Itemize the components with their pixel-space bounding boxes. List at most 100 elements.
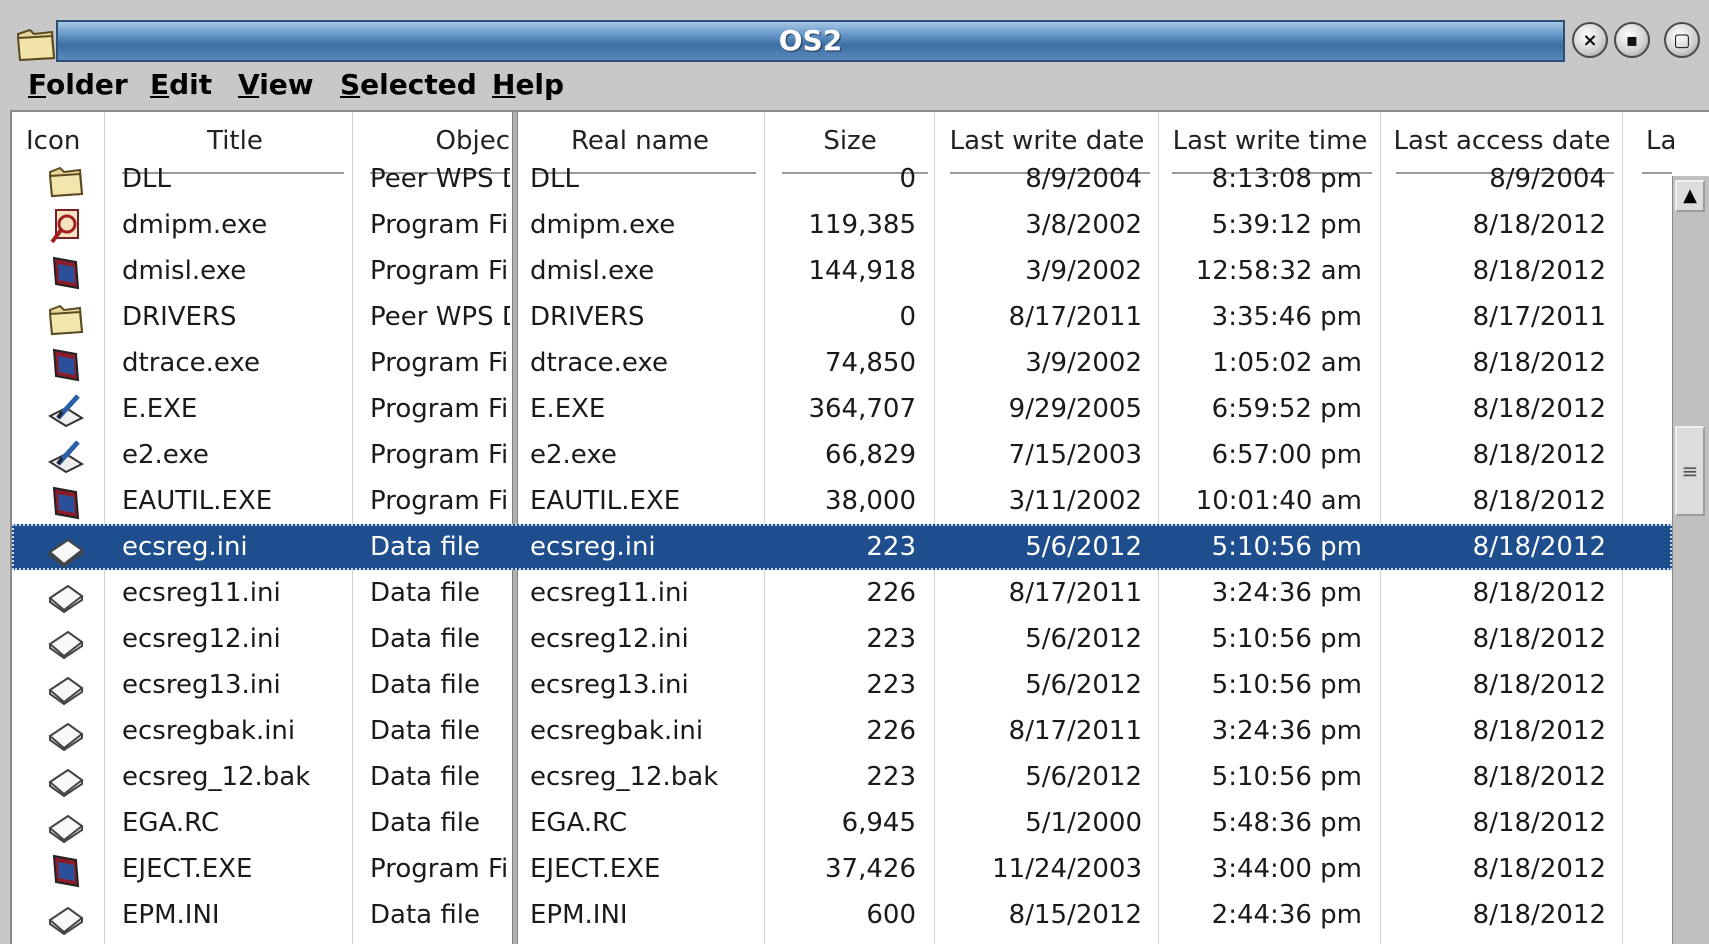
menu-bar: Folder Edit View Selected Help <box>0 62 1709 108</box>
table-row[interactable]: dmipm.exe Program File dmipm.exe 119,385 3/8… <box>12 202 1672 248</box>
menu-help[interactable]: Help <box>492 68 564 101</box>
table-row[interactable]: DLL Peer WPS Di DLL 0 8/9/2004 8:13:08 pm 8/9/… <box>12 156 1672 202</box>
cell-object: Data file <box>370 532 480 562</box>
menu-edit[interactable]: Edit <box>150 68 212 101</box>
cell-title: ecsreg_12.bak <box>122 762 311 792</box>
data-file-icon[interactable] <box>46 758 86 798</box>
table-row[interactable]: E.EXE Program File E.EXE 364,707 9/29/2005 6:… <box>12 386 1672 432</box>
vertical-scrollbar[interactable]: ▲ ≡ <box>1672 176 1709 944</box>
cell-last-write-time: 3:44:00 pm <box>1211 854 1362 884</box>
cell-real-name: EGA.RC <box>530 808 628 838</box>
details-view[interactable]: Icon Title Objec Real name Size Last wri… <box>10 110 1709 944</box>
scroll-up-button[interactable]: ▲ <box>1675 180 1705 212</box>
cell-last-write-date: 3/9/2002 <box>1025 348 1142 378</box>
cell-last-write-date: 8/17/2011 <box>1008 578 1142 608</box>
cell-last-write-time: 6:57:00 pm <box>1211 440 1362 470</box>
cell-object: Peer WPS Di <box>370 302 510 332</box>
cell-last-write-date: 5/6/2012 <box>1025 532 1142 562</box>
table-row[interactable]: ecsreg11.ini Data file ecsreg11.ini 226 8/17… <box>12 570 1672 616</box>
data-file-icon[interactable] <box>46 574 86 614</box>
table-row-selected[interactable]: ecsreg.ini Data file ecsreg.ini 223 5/6/2012… <box>12 524 1672 570</box>
table-row[interactable]: ecsreg12.ini Data file ecsreg12.ini 223 5/6/… <box>12 616 1672 662</box>
data-file-icon[interactable] <box>46 712 86 752</box>
table-row[interactable]: DRIVERS Peer WPS Di DRIVERS 0 8/17/2011 3:35:… <box>12 294 1672 340</box>
menu-selected[interactable]: Selected <box>340 68 477 101</box>
data-file-icon[interactable] <box>46 620 86 660</box>
cell-object: Program File <box>370 348 510 378</box>
cell-size: 226 <box>866 578 916 608</box>
table-row[interactable]: EPM.INI Data file EPM.INI 600 8/15/2012 2:44:… <box>12 892 1672 938</box>
cell-object: Program File <box>370 440 510 470</box>
editor-pen-icon[interactable] <box>46 436 86 476</box>
data-file-icon[interactable] <box>46 528 86 568</box>
cell-size: 223 <box>866 624 916 654</box>
data-file-icon[interactable] <box>46 666 86 706</box>
cell-title: ecsreg13.ini <box>122 670 281 700</box>
cell-size: 0 <box>899 302 916 332</box>
table-row[interactable]: EAUTIL.EXE Program File EAUTIL.EXE 38,000 3/… <box>12 478 1672 524</box>
table-row[interactable]: EGA.RC Data file EGA.RC 6,945 5/1/2000 5:48:3… <box>12 800 1672 846</box>
minimize-button[interactable]: ▪ <box>1614 22 1650 58</box>
cell-last-access-date: 8/18/2012 <box>1472 394 1606 424</box>
cell-last-access-date: 8/18/2012 <box>1472 762 1606 792</box>
program-window-icon[interactable] <box>46 482 86 522</box>
cell-title: e2.exe <box>122 440 209 470</box>
cell-size: 600 <box>866 900 916 930</box>
cell-last-access-date: 8/18/2012 <box>1472 670 1606 700</box>
cell-title: DRIVERS <box>122 302 237 332</box>
table-row[interactable]: ecsreg_12.bak Data file ecsreg_12.bak 223 5/… <box>12 754 1672 800</box>
cell-real-name: ecsregbak.ini <box>530 716 704 746</box>
cell-real-name: ecsreg12.ini <box>530 624 689 654</box>
data-file-icon[interactable] <box>46 804 86 844</box>
cell-title: ecsreg.ini <box>122 532 248 562</box>
cell-last-write-time: 5:10:56 pm <box>1211 762 1362 792</box>
cell-real-name: dmisl.exe <box>530 256 655 286</box>
cell-real-name: dtrace.exe <box>530 348 668 378</box>
cell-last-access-date: 8/18/2012 <box>1472 532 1606 562</box>
folder-icon[interactable] <box>46 298 86 338</box>
cell-object: Data file <box>370 900 480 930</box>
cell-real-name: EPM.INI <box>530 900 628 930</box>
cell-title: dmisl.exe <box>122 256 247 286</box>
table-row[interactable]: ecsregbak.ini Data file ecsregbak.ini 226 8/… <box>12 708 1672 754</box>
cell-last-write-time: 5:48:36 pm <box>1211 808 1362 838</box>
maximize-button[interactable]: ▢ <box>1664 22 1700 58</box>
table-row[interactable]: e2.exe Program File e2.exe 66,829 7/15/2003 6… <box>12 432 1672 478</box>
cell-title: EGA.RC <box>122 808 220 838</box>
close-button[interactable]: × <box>1572 22 1608 58</box>
program-magnifier-icon[interactable] <box>46 206 86 246</box>
cell-object: Program File <box>370 256 510 286</box>
table-row[interactable]: dtrace.exe Program File dtrace.exe 74,850 3/… <box>12 340 1672 386</box>
minimize-icon: ▪ <box>1625 29 1639 51</box>
cell-real-name: DRIVERS <box>530 302 645 332</box>
folder-icon[interactable] <box>16 24 56 62</box>
cell-object: Data file <box>370 670 480 700</box>
table-row[interactable]: EJECT.EXE Program File EJECT.EXE 37,426 11/2… <box>12 846 1672 892</box>
cell-last-write-date: 5/6/2012 <box>1025 670 1142 700</box>
cell-last-write-date: 3/11/2002 <box>1008 486 1142 516</box>
cell-object: Program File <box>370 854 510 884</box>
cell-title: ecsregbak.ini <box>122 716 296 746</box>
editor-pen-icon[interactable] <box>46 390 86 430</box>
program-window-icon[interactable] <box>46 850 86 890</box>
menu-folder[interactable]: Folder <box>28 68 128 101</box>
cell-title: dtrace.exe <box>122 348 260 378</box>
folder-icon[interactable] <box>46 160 86 200</box>
table-row[interactable]: ecsreg13.ini Data file ecsreg13.ini 223 5/6/… <box>12 662 1672 708</box>
cell-last-write-time: 5:10:56 pm <box>1211 532 1362 562</box>
cell-title: EPM.INI <box>122 900 220 930</box>
program-window-icon[interactable] <box>46 344 86 384</box>
cell-last-access-date: 8/18/2012 <box>1472 210 1606 240</box>
cell-last-write-date: 9/29/2005 <box>1008 394 1142 424</box>
cell-last-write-time: 3:24:36 pm <box>1211 716 1362 746</box>
cell-real-name: e2.exe <box>530 440 617 470</box>
scroll-thumb[interactable]: ≡ <box>1675 426 1705 516</box>
cell-last-write-date: 3/9/2002 <box>1025 256 1142 286</box>
cell-last-access-date: 8/18/2012 <box>1472 486 1606 516</box>
menu-view[interactable]: View <box>238 68 314 101</box>
program-window-icon[interactable] <box>46 252 86 292</box>
data-file-icon[interactable] <box>46 896 86 936</box>
cell-object: Data file <box>370 716 480 746</box>
table-row[interactable]: dmisl.exe Program File dmisl.exe 144,918 3/9… <box>12 248 1672 294</box>
cell-object: Program File <box>370 210 510 240</box>
